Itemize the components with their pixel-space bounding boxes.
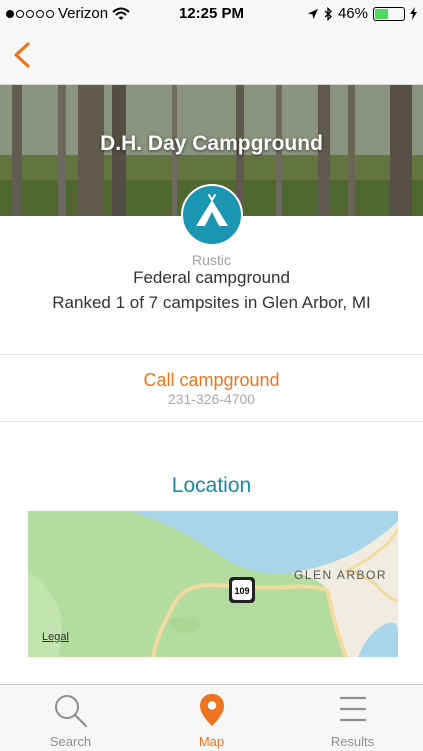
battery-level bbox=[375, 8, 388, 19]
tent-icon bbox=[181, 184, 243, 246]
route-shield-icon: 109 bbox=[229, 577, 255, 603]
map-pin-icon bbox=[199, 694, 224, 726]
map-terrain bbox=[28, 511, 398, 657]
search-icon bbox=[54, 695, 87, 728]
charging-bolt-icon bbox=[410, 7, 417, 20]
campground-title: D.H. Day Campground bbox=[100, 132, 323, 155]
map-legal-link[interactable]: Legal bbox=[42, 631, 69, 643]
battery-icon bbox=[373, 6, 405, 21]
tab-search[interactable]: Search bbox=[0, 685, 141, 751]
divider bbox=[0, 421, 423, 422]
tab-map[interactable]: Map bbox=[141, 685, 282, 751]
back-chevron-icon[interactable] bbox=[8, 38, 40, 72]
navigation-bar bbox=[0, 28, 423, 85]
phone-number[interactable]: 231-326-4700 bbox=[0, 391, 423, 407]
location-arrow-icon bbox=[307, 8, 318, 19]
route-number: 109 bbox=[232, 580, 252, 600]
tab-map-label: Map bbox=[198, 734, 225, 749]
campground-ownership: Federal campground bbox=[133, 268, 290, 287]
status-right: 46% bbox=[307, 5, 417, 22]
tab-bar: Search Map Results bbox=[0, 684, 423, 751]
battery-percent: 46% bbox=[337, 5, 368, 22]
status-bar: Verizon 12:25 PM 46% bbox=[0, 0, 423, 28]
tab-results[interactable]: Results bbox=[282, 685, 423, 751]
call-campground-link[interactable]: Call campground bbox=[0, 370, 423, 391]
list-icon bbox=[339, 696, 366, 722]
location-map[interactable]: GLEN ARBOR 109 Legal bbox=[28, 511, 398, 657]
campground-type: Rustic bbox=[192, 252, 231, 268]
tab-results-label: Results bbox=[330, 734, 375, 749]
map-place-label: GLEN ARBOR bbox=[294, 568, 388, 582]
location-heading: Location bbox=[171, 474, 252, 497]
bluetooth-icon bbox=[324, 6, 332, 21]
campground-rank: Ranked 1 of 7 campsites in Glen Arbor, M… bbox=[52, 293, 371, 312]
tab-search-label: Search bbox=[49, 734, 92, 749]
divider bbox=[0, 354, 423, 355]
